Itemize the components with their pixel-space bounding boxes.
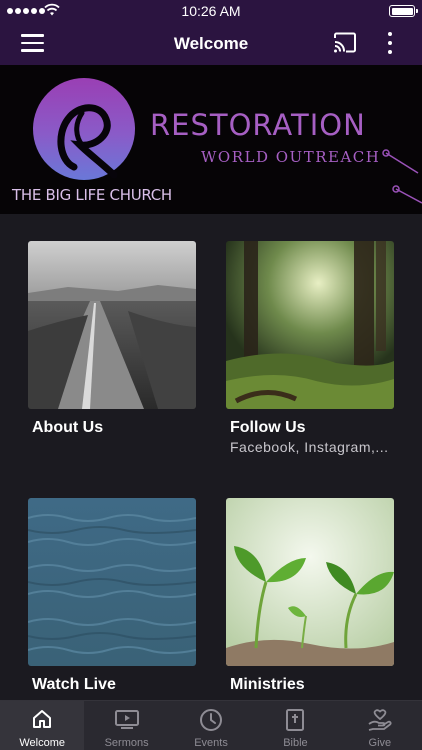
tab-welcome[interactable]: Welcome <box>0 701 85 750</box>
tab-sermons[interactable]: Sermons <box>84 701 168 750</box>
tile-title: Watch Live <box>32 676 116 693</box>
tab-label: Welcome <box>19 737 66 749</box>
church-banner: RESTORATION WORLD OUTREACH THE BIG LIFE … <box>0 65 422 214</box>
church-name: THE BIG LIFE CHURCH <box>12 186 172 204</box>
tab-bible[interactable]: Bible <box>253 701 337 750</box>
tile-title: About Us <box>32 419 104 436</box>
tile-ministries[interactable]: Ministries <box>226 498 394 694</box>
tile-title: Ministries <box>230 676 305 693</box>
bottom-tab-bar: Welcome Sermons Events Bible Give <box>0 700 422 750</box>
home-icon <box>33 710 52 728</box>
ocean-water-photo <box>28 498 196 666</box>
more-vertical-icon[interactable] <box>381 31 399 55</box>
tab-label: Give <box>368 737 392 749</box>
seedling-photo <box>226 498 394 666</box>
tile-watch-live[interactable]: Watch Live <box>28 498 196 694</box>
tile-title: Follow Us <box>230 419 306 436</box>
status-time: 10:26 AM <box>181 3 241 19</box>
tile-subtitle: Facebook, Instagram,... <box>230 439 389 455</box>
feature-grid: About Us Follow Us Facebook, Instagram,.… <box>0 214 422 700</box>
clock-icon <box>200 709 223 731</box>
battery-fill <box>391 7 413 15</box>
tab-label: Sermons <box>104 737 149 749</box>
battery-icon <box>389 5 418 17</box>
tile-follow-us[interactable]: Follow Us Facebook, Instagram,... <box>226 241 394 455</box>
give-heart-hand-icon <box>368 709 392 731</box>
bible-icon <box>286 709 305 731</box>
restoration-logo-icon <box>33 78 135 180</box>
forest-photo <box>226 241 394 409</box>
cast-icon[interactable] <box>333 32 357 53</box>
country-road-photo <box>28 241 196 409</box>
app-bar: Welcome <box>0 22 422 65</box>
tile-about-us[interactable]: About Us <box>28 241 196 437</box>
tab-label: Events <box>194 737 228 749</box>
banner-title: RESTORATION <box>150 108 366 142</box>
tab-events[interactable]: Events <box>169 701 253 750</box>
tab-label: Bible <box>283 737 308 749</box>
circuit-decoration <box>382 149 422 204</box>
banner-subtitle: WORLD OUTREACH <box>201 148 381 166</box>
status-bar: 10:26 AM <box>0 0 422 22</box>
video-play-icon <box>114 710 139 729</box>
tab-give[interactable]: Give <box>338 701 422 750</box>
page-title: Welcome <box>173 34 249 53</box>
